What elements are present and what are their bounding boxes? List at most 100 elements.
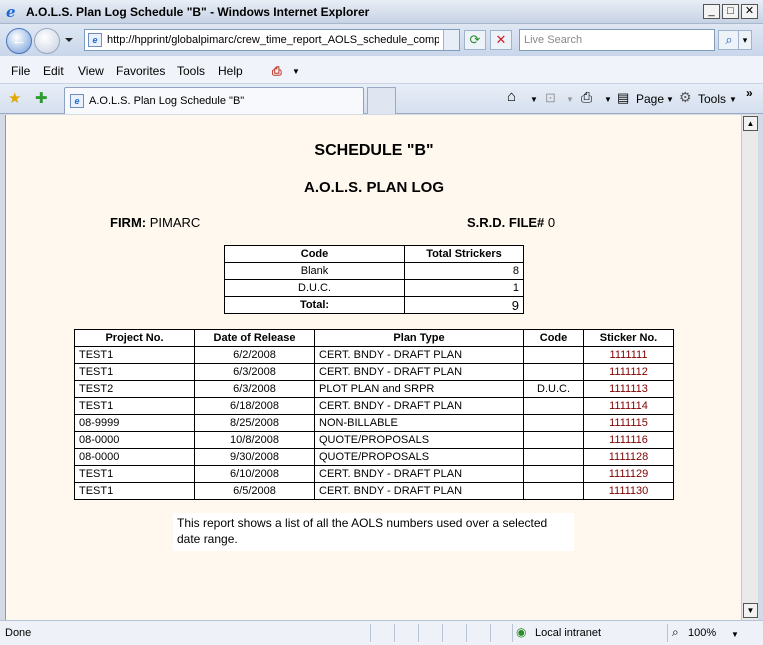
project-cell: 08-0000 [74,448,195,466]
plan-type-cell: CERT. BNDY - DRAFT PLAN [314,346,524,364]
stop-button[interactable]: ✕ [490,30,512,50]
tools-menu-button[interactable]: Tools [698,92,726,106]
menu-edit[interactable]: Edit [43,64,64,78]
plan-type-cell: QUOTE/PROPOSALS [314,431,524,449]
code-cell [523,482,584,500]
zoom-icon[interactable]: ⌕ [672,625,679,640]
print-icon[interactable]: ⎙ [581,89,592,106]
plan-type-cell: NON-BILLABLE [314,414,524,432]
sticker-cell: 1111130 [583,482,674,500]
date-cell: 8/25/2008 [194,414,315,432]
maximize-button[interactable]: □ [722,4,739,19]
plan-type-cell: CERT. BNDY - DRAFT PLAN [314,465,524,483]
security-zone-text: Local intranet [535,627,602,639]
sticker-cell: 1111111 [583,346,674,364]
new-tab-button[interactable] [367,87,396,114]
chevron-more-icon[interactable]: » [746,86,753,100]
add-favorite-icon[interactable]: ✚ [35,89,48,107]
date-cell: 6/10/2008 [194,465,315,483]
title-bar: e A.O.L.S. Plan Log Schedule "B" - Windo… [0,0,763,24]
menu-view[interactable]: View [78,64,104,78]
zoom-level[interactable]: 100% [688,627,716,639]
scroll-up-button[interactable]: ▲ [743,116,758,131]
pdf-dropdown-icon[interactable]: ▼ [292,67,300,76]
back-button[interactable]: ← [6,28,32,54]
favorites-star-icon[interactable]: ★ [8,89,21,107]
close-window-button[interactable]: ✕ [741,4,758,19]
refresh-button[interactable]: ⟳ [464,30,486,50]
sticker-cell: 1111116 [583,431,674,449]
project-cell: TEST2 [74,380,195,398]
header-date-of-release: Date of Release [194,329,315,347]
print-dropdown-icon[interactable]: ▼ [604,95,612,104]
menu-file[interactable]: File [11,64,30,78]
firm-value: PIMARC [149,215,201,230]
ie-logo-icon: e [6,3,16,21]
project-cell: 08-9999 [74,414,195,432]
scroll-down-button[interactable]: ▼ [743,603,758,618]
menu-tools[interactable]: Tools [177,64,205,78]
firm-label: FIRM: [110,215,147,230]
status-divider [394,624,395,642]
plan-type-cell: CERT. BNDY - DRAFT PLAN [314,397,524,415]
pdf-icon[interactable]: ⎙ [272,64,282,79]
plan-type-cell: PLOT PLAN and SRPR [314,380,524,398]
status-divider [490,624,491,642]
project-cell: TEST1 [74,363,195,381]
menu-favorites[interactable]: Favorites [116,64,165,78]
search-icon[interactable]: ⌕ [718,30,740,50]
status-bar: Done ◉ Local intranet ⌕ 100% ▼ [0,620,763,645]
code-cell [523,448,584,466]
srd-value: 0 [547,215,556,230]
status-divider [466,624,467,642]
feeds-dropdown-icon[interactable]: ▼ [566,95,574,104]
address-bar: ← → e http://hpprint/globalpimarc/crew_t… [0,24,763,56]
status-divider [512,624,513,642]
tab-bar: ★ ✚ e A.O.L.S. Plan Log Schedule "B" ⌂ ▼… [0,84,763,114]
code-cell [523,363,584,381]
page-menu-button[interactable]: Page [636,92,664,106]
tab-current[interactable]: e A.O.L.S. Plan Log Schedule "B" [64,87,364,114]
sticker-cell: 1111113 [583,380,674,398]
code-cell [523,431,584,449]
address-field[interactable]: e http://hpprint/globalpimarc/crew_time_… [84,29,460,51]
summary-table: Code Total Strickers Blank 8 D.U.C. 1 To… [224,245,524,314]
vertical-scrollbar[interactable]: ▲ ▼ [741,115,758,620]
home-dropdown-icon[interactable]: ▼ [530,95,538,104]
feeds-icon[interactable]: ⊡ [545,90,556,106]
table-row: TEST1 6/10/2008 CERT. BNDY - DRAFT PLAN … [74,465,674,483]
status-divider [667,624,668,642]
home-icon[interactable]: ⌂ [507,88,516,105]
plan-type-cell: CERT. BNDY - DRAFT PLAN [314,363,524,381]
project-cell: TEST1 [74,346,195,364]
tools-dropdown-icon[interactable]: ▼ [729,95,737,104]
firm-line: FIRM: PIMARC [110,215,200,230]
minimize-button[interactable]: _ [703,4,720,19]
code-cell [523,346,584,364]
header-plan-type: Plan Type [314,329,524,347]
page-content: SCHEDULE "B" A.O.L.S. PLAN LOG FIRM: PIM… [5,115,741,620]
date-cell: 6/2/2008 [194,346,315,364]
table-row: 08-0000 10/8/2008 QUOTE/PROPOSALS 111111… [74,431,674,449]
table-row: TEST1 6/5/2008 CERT. BNDY - DRAFT PLAN 1… [74,482,674,500]
search-input[interactable]: Live Search [519,29,715,51]
project-cell: TEST1 [74,482,195,500]
zoom-dropdown-icon[interactable]: ▼ [731,630,739,639]
summary-code: Blank [224,262,405,280]
recent-pages-dropdown[interactable] [65,38,73,42]
menu-bar: File Edit View Favorites Tools Help ⎙ ▼ [0,56,763,84]
project-cell: 08-0000 [74,431,195,449]
url-text[interactable]: http://hpprint/globalpimarc/crew_time_re… [107,34,439,46]
status-divider [370,624,371,642]
forward-button[interactable]: → [34,28,60,54]
summary-header-code: Code [224,245,405,263]
address-dropdown-button[interactable] [443,30,459,50]
menu-help[interactable]: Help [218,64,243,78]
search-options-dropdown[interactable]: ▾ [738,30,752,50]
schedule-title: SCHEDULE "B" [314,142,434,159]
summary-total: 8 [404,262,524,280]
code-cell [523,465,584,483]
page-dropdown-icon[interactable]: ▼ [666,95,674,104]
summary-total-row: Total: 9 [224,296,524,314]
plan-type-cell: CERT. BNDY - DRAFT PLAN [314,482,524,500]
